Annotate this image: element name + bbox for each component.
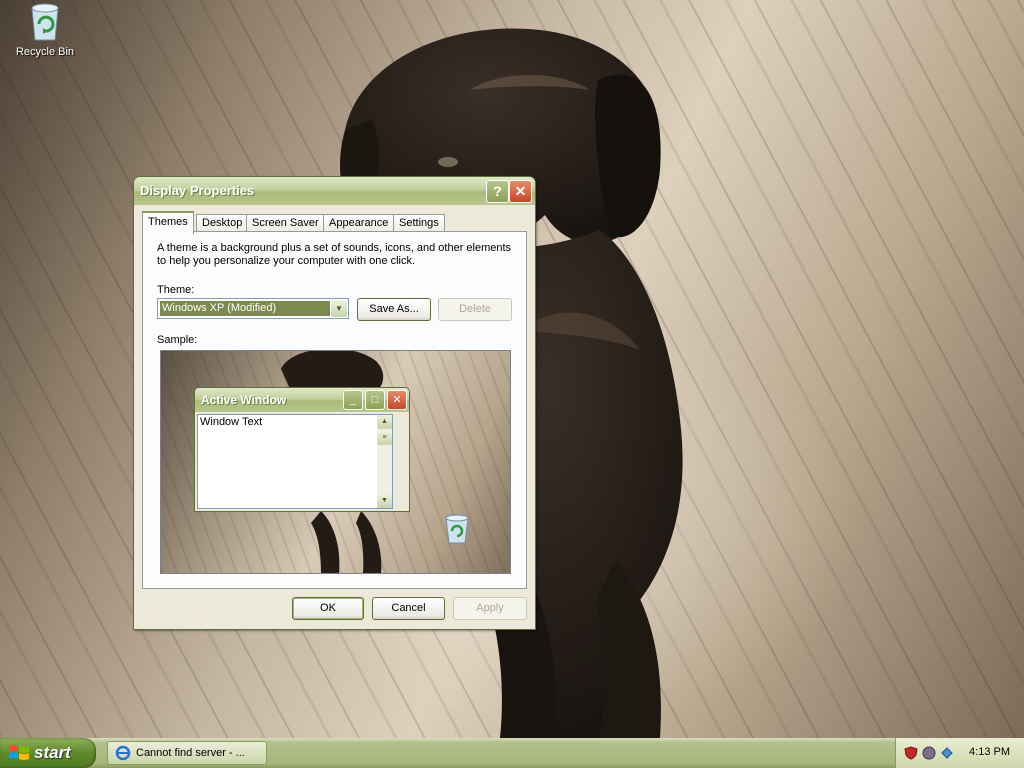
windows-logo-icon bbox=[9, 745, 29, 760]
scroll-up-icon: ▲ bbox=[377, 415, 392, 429]
network-icon[interactable] bbox=[922, 746, 936, 760]
tab-settings[interactable]: Settings bbox=[393, 214, 445, 232]
chevron-down-icon[interactable]: ▼ bbox=[331, 300, 347, 317]
recycle-bin-icon bbox=[28, 2, 62, 42]
sample-window-text: Window Text bbox=[200, 416, 263, 428]
display-properties-window: Display Properties ? ✕ Themes Desktop Sc… bbox=[133, 176, 536, 630]
tab-desktop[interactable]: Desktop bbox=[196, 214, 249, 232]
themes-panel: A theme is a background plus a set of so… bbox=[142, 231, 527, 589]
ok-button[interactable]: OK bbox=[292, 597, 364, 620]
title-bar[interactable]: Display Properties ? ✕ bbox=[134, 177, 535, 205]
scroll-thumb: ≡ bbox=[377, 431, 392, 445]
close-button[interactable]: ✕ bbox=[509, 180, 532, 203]
clock[interactable]: 4:13 PM bbox=[969, 746, 1010, 758]
theme-description: A theme is a background plus a set of so… bbox=[157, 242, 512, 267]
theme-dropdown[interactable]: Windows XP (Modified) ▼ bbox=[157, 298, 349, 319]
save-as-button[interactable]: Save As... bbox=[357, 298, 431, 321]
sample-scrollbar: ▲ ≡ ▼ bbox=[377, 415, 392, 508]
close-icon: ✕ bbox=[387, 390, 407, 410]
help-icon: ? bbox=[493, 183, 502, 199]
scroll-down-icon: ▼ bbox=[377, 494, 392, 508]
help-button[interactable]: ? bbox=[486, 180, 509, 203]
apply-button[interactable]: Apply bbox=[453, 597, 527, 620]
security-shield-icon[interactable] bbox=[904, 746, 918, 760]
sample-window-body: Window Text ▲ ≡ ▼ bbox=[197, 414, 393, 509]
sample-title-bar: Active Window _ □ ✕ bbox=[195, 388, 409, 412]
taskbar-item-label: Cannot find server - ... bbox=[136, 747, 245, 759]
start-label: start bbox=[34, 743, 71, 762]
internet-explorer-icon bbox=[115, 745, 131, 761]
theme-dropdown-value: Windows XP (Modified) bbox=[160, 301, 330, 316]
close-icon: ✕ bbox=[514, 183, 527, 199]
maximize-icon: □ bbox=[365, 390, 385, 410]
taskbar: start Cannot find server - ... 4:13 PM bbox=[0, 738, 1024, 768]
window-title: Display Properties bbox=[140, 183, 255, 198]
sample-window-title: Active Window bbox=[201, 393, 287, 407]
start-button[interactable]: start bbox=[0, 738, 96, 768]
delete-button[interactable]: Delete bbox=[438, 298, 512, 321]
tab-appearance[interactable]: Appearance bbox=[323, 214, 395, 232]
taskbar-item-browser[interactable]: Cannot find server - ... bbox=[107, 741, 267, 765]
recycle-bin-label: Recycle Bin bbox=[15, 46, 75, 58]
system-tray: 4:13 PM bbox=[895, 738, 1024, 768]
theme-label: Theme: bbox=[157, 284, 195, 296]
sample-label: Sample: bbox=[157, 334, 198, 346]
sample-active-window: Active Window _ □ ✕ Window Text ▲ ≡ ▼ bbox=[194, 387, 410, 512]
tab-themes[interactable]: Themes bbox=[142, 211, 194, 234]
sample-recycle-bin-icon bbox=[445, 514, 469, 544]
update-icon[interactable] bbox=[940, 746, 954, 760]
desktop-icon-recycle-bin[interactable]: Recycle Bin bbox=[8, 2, 82, 58]
cancel-button[interactable]: Cancel bbox=[372, 597, 445, 620]
tab-screen-saver[interactable]: Screen Saver bbox=[246, 214, 325, 232]
minimize-icon: _ bbox=[343, 390, 363, 410]
theme-sample-preview: Active Window _ □ ✕ Window Text ▲ ≡ ▼ bbox=[160, 350, 511, 574]
